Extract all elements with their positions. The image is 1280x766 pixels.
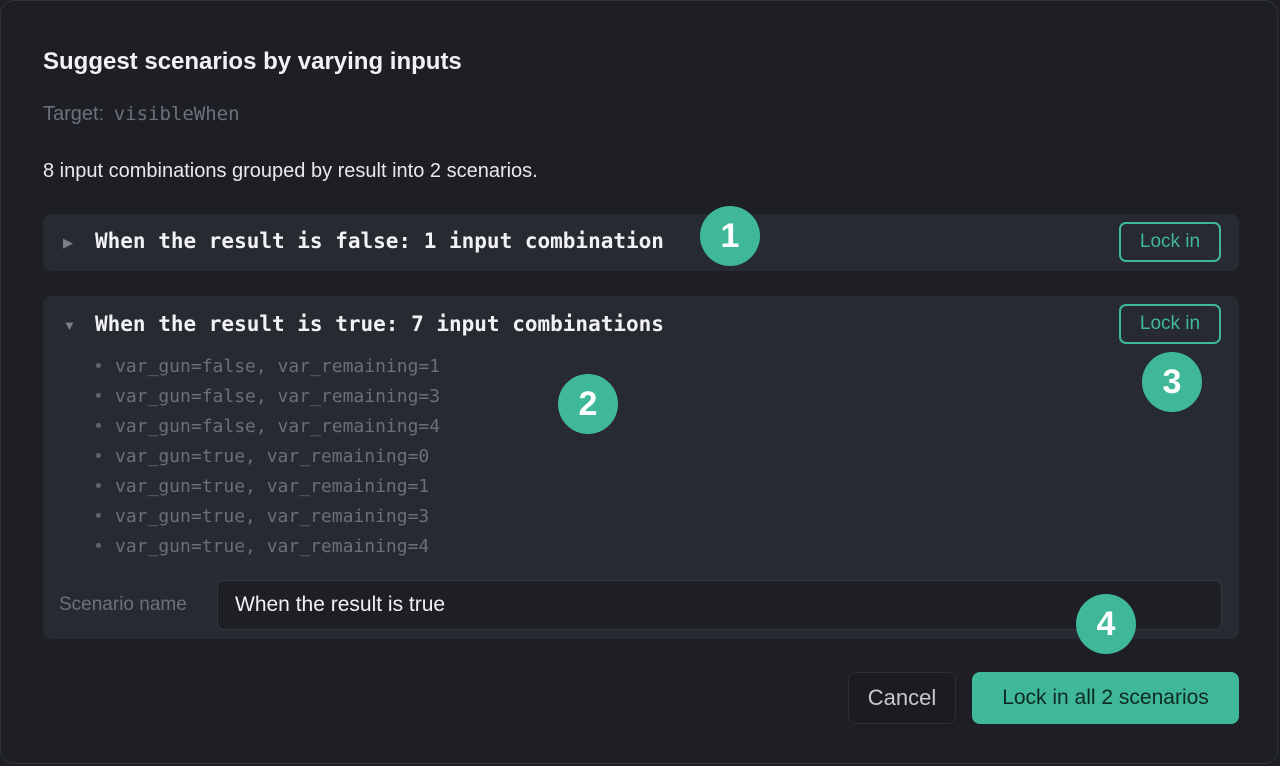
list-item: • var_gun=true, var_remaining=3 xyxy=(93,506,440,536)
combination-text: var_gun=false, var_remaining=1 xyxy=(115,356,441,377)
target-line: Target: visibleWhen xyxy=(43,103,240,126)
scenario-group-false[interactable]: ▶ When the result is false: 1 input comb… xyxy=(43,214,1239,271)
dialog-title: Suggest scenarios by varying inputs xyxy=(43,48,462,75)
bullet-icon: • xyxy=(93,506,104,527)
bullet-icon: • xyxy=(93,416,104,437)
suggest-scenarios-dialog: Suggest scenarios by varying inputs Targ… xyxy=(0,0,1278,764)
combination-text: var_gun=true, var_remaining=0 xyxy=(115,446,430,467)
lock-in-all-button[interactable]: Lock in all 2 scenarios xyxy=(972,672,1239,724)
list-item: • var_gun=false, var_remaining=4 xyxy=(93,416,440,446)
annotation-marker-1: 1 xyxy=(700,206,760,266)
combination-text: var_gun=false, var_remaining=3 xyxy=(115,386,441,407)
combination-text: var_gun=true, var_remaining=1 xyxy=(115,476,430,497)
chevron-down-icon[interactable]: ▼ xyxy=(63,318,76,333)
annotation-marker-2: 2 xyxy=(558,374,618,434)
bullet-icon: • xyxy=(93,476,104,497)
list-item: • var_gun=false, var_remaining=1 xyxy=(93,356,440,386)
target-value: visibleWhen xyxy=(113,103,240,125)
lock-in-button[interactable]: Lock in xyxy=(1119,222,1221,262)
bullet-icon: • xyxy=(93,536,104,557)
list-item: • var_gun=true, var_remaining=4 xyxy=(93,536,440,566)
combination-text: var_gun=false, var_remaining=4 xyxy=(115,416,441,437)
bullet-icon: • xyxy=(93,446,104,467)
cancel-button[interactable]: Cancel xyxy=(848,672,956,724)
group-title[interactable]: When the result is true: 7 input combina… xyxy=(95,312,664,336)
list-item: • var_gun=true, var_remaining=1 xyxy=(93,476,440,506)
list-item: • var_gun=true, var_remaining=0 xyxy=(93,446,440,476)
scenario-group-true: ▼ When the result is true: 7 input combi… xyxy=(43,296,1239,639)
lock-in-button[interactable]: Lock in xyxy=(1119,304,1221,344)
combination-text: var_gun=true, var_remaining=3 xyxy=(115,506,430,527)
list-item: • var_gun=false, var_remaining=3 xyxy=(93,386,440,416)
annotation-marker-3: 3 xyxy=(1142,352,1202,412)
combination-text: var_gun=true, var_remaining=4 xyxy=(115,536,430,557)
bullet-icon: • xyxy=(93,386,104,407)
summary-text: 8 input combinations grouped by result i… xyxy=(43,160,538,182)
chevron-right-icon[interactable]: ▶ xyxy=(63,235,73,251)
combination-list: • var_gun=false, var_remaining=1 • var_gun… xyxy=(93,356,440,566)
scenario-name-input[interactable] xyxy=(217,580,1222,630)
bullet-icon: • xyxy=(93,356,104,377)
scenario-name-label: Scenario name xyxy=(59,594,187,615)
target-label: Target: xyxy=(43,103,105,125)
annotation-marker-4: 4 xyxy=(1076,594,1136,654)
group-title[interactable]: When the result is false: 1 input combin… xyxy=(95,229,664,253)
